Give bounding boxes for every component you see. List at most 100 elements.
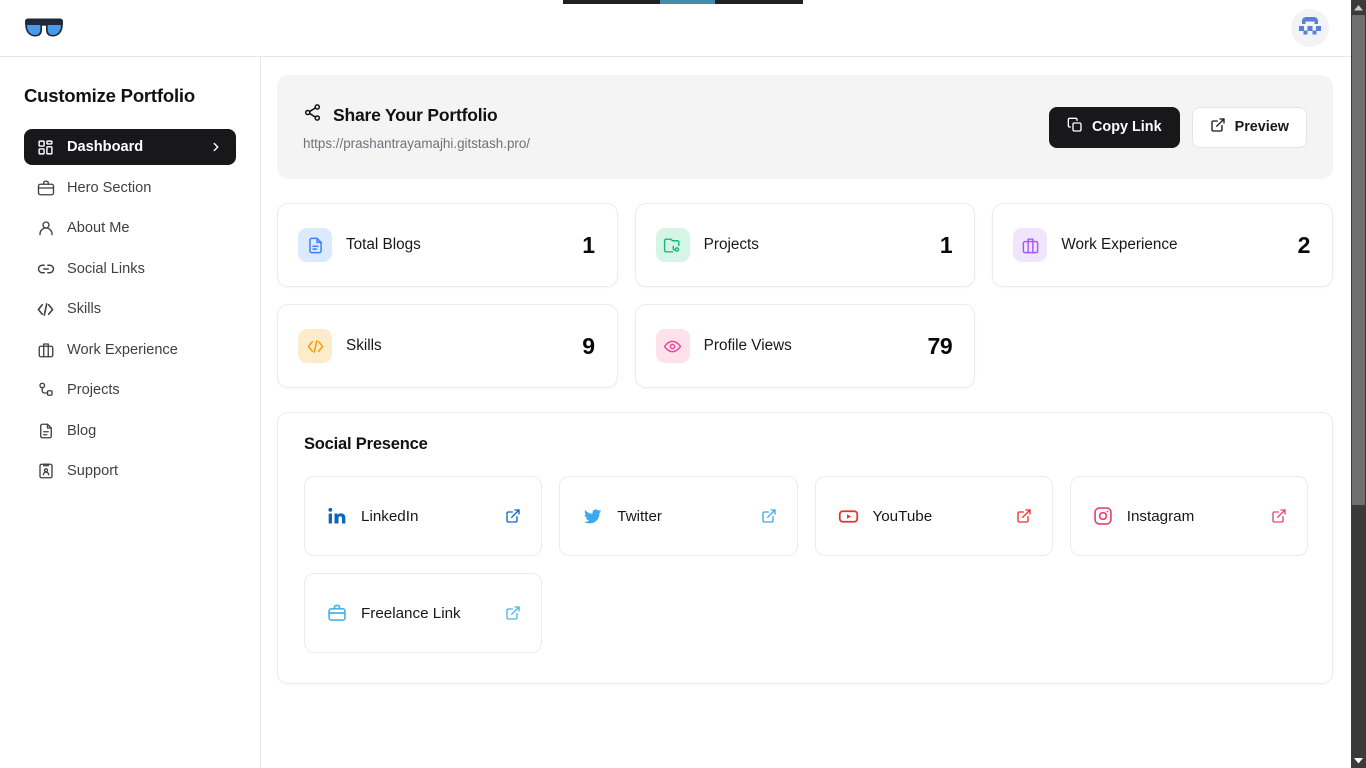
stat-label: Profile Views (703, 337, 792, 354)
sidebar-item-dashboard[interactable]: Dashboard (24, 129, 236, 165)
copy-link-button[interactable]: Copy Link (1049, 106, 1180, 148)
browser-active-tab-highlight (660, 0, 715, 4)
browser-tab-strip (563, 0, 803, 4)
share-portfolio-card: Share Your Portfolio https://prashantray… (277, 75, 1333, 179)
social-links-grid: LinkedIn Twitter YouTube Instagram Freel… (304, 476, 1308, 653)
social-label: Instagram (1126, 507, 1195, 525)
stat-label: Work Experience (1061, 236, 1178, 253)
eye-icon (655, 329, 690, 363)
sidebar-item-social-links[interactable]: Social Links (24, 251, 236, 287)
social-label: LinkedIn (361, 507, 419, 525)
briefcase-alt-icon (36, 340, 55, 359)
link-icon (36, 259, 55, 278)
twitter-icon (582, 506, 603, 527)
folder-git-icon (655, 228, 690, 262)
copy-link-label: Copy Link (1092, 119, 1162, 135)
sidebar-item-label: Skills (67, 301, 102, 317)
sunglasses-icon (25, 18, 63, 37)
sidebar-item-label: Hero Section (67, 179, 152, 196)
sidebar-item-projects[interactable]: Projects (24, 372, 236, 408)
social-label: Freelance Link (361, 604, 461, 622)
stat-label: Total Blogs (346, 236, 421, 253)
social-card-twitter[interactable]: Twitter (559, 476, 798, 556)
stat-card-skills[interactable]: Skills 9 (277, 304, 618, 388)
preview-button[interactable]: Preview (1191, 106, 1307, 148)
stat-card-profile-views[interactable]: Profile Views 79 (634, 304, 976, 388)
scrollbar-thumb[interactable] (1352, 15, 1365, 505)
stat-value: 1 (582, 231, 595, 258)
share-title: Share Your Portfolio (333, 104, 498, 125)
social-label: Twitter (617, 507, 662, 525)
briefcase-icon (36, 178, 55, 197)
stats-grid: Total Blogs 1 Projects 1 Work Experience… (277, 203, 1333, 388)
youtube-icon (838, 506, 859, 527)
instagram-icon (1093, 506, 1113, 526)
stat-label: Projects (703, 236, 759, 253)
stat-value: 9 (582, 332, 595, 359)
sidebar-item-label: Support (67, 463, 119, 479)
copy-icon (1067, 117, 1083, 137)
share-icon (303, 103, 322, 127)
portfolio-url[interactable]: https://prashantrayamajhi.gitstash.pro/ (303, 136, 530, 151)
social-card-linkedin[interactable]: LinkedIn (304, 476, 543, 556)
share-actions: Copy Link Preview (1049, 106, 1307, 148)
briefcase-icon (1013, 228, 1048, 262)
sidebar-item-label: Social Links (67, 260, 145, 277)
file-text-icon (36, 421, 55, 440)
stat-value: 2 (1297, 231, 1311, 258)
caret-down-icon[interactable] (1351, 753, 1366, 768)
social-card-freelance-link[interactable]: Freelance Link (304, 573, 543, 653)
sidebar-item-label: Blog (67, 422, 97, 439)
id-card-icon (36, 462, 55, 481)
sidebar-title: Customize Portfolio (24, 85, 195, 106)
stat-label: Skills (346, 337, 382, 354)
external-link-icon[interactable] (761, 508, 777, 524)
social-card-youtube[interactable]: YouTube (814, 476, 1053, 556)
caret-up-icon[interactable] (1351, 0, 1366, 15)
external-link-icon (1210, 117, 1226, 137)
social-label: YouTube (872, 507, 933, 525)
external-link-icon[interactable] (1016, 508, 1032, 524)
sidebar-item-support[interactable]: Support (24, 453, 236, 489)
stat-card-projects[interactable]: Projects 1 (634, 203, 976, 287)
social-card-instagram[interactable]: Instagram (1069, 476, 1308, 556)
page-scrollbar[interactable] (1351, 0, 1366, 768)
app-header (0, 0, 1351, 57)
file-text-icon (298, 228, 332, 262)
code-icon (36, 300, 55, 319)
sidebar-item-work-experience[interactable]: Work Experience (24, 332, 236, 368)
sidebar-item-label: Projects (67, 382, 120, 398)
linkedin-icon (327, 506, 347, 526)
sidebar-item-label: Dashboard (67, 139, 144, 155)
user-icon (36, 219, 55, 238)
user-avatar-identicon (1293, 11, 1327, 45)
sidebar-item-about-me[interactable]: About Me (24, 210, 236, 246)
stat-card-total-blogs[interactable]: Total Blogs 1 (277, 203, 618, 287)
external-link-icon[interactable] (1271, 508, 1287, 524)
stat-value: 1 (939, 231, 953, 258)
preview-label: Preview (1234, 119, 1289, 135)
code-icon (298, 329, 332, 363)
sidebar-item-hero-section[interactable]: Hero Section (24, 170, 236, 206)
git-branch-icon (36, 381, 55, 400)
sidebar-item-blog[interactable]: Blog (24, 413, 236, 449)
sidebar-item-skills[interactable]: Skills (24, 291, 236, 327)
external-link-icon[interactable] (505, 508, 521, 524)
share-info: Share Your Portfolio https://prashantray… (303, 103, 530, 151)
layout-grid-icon (36, 138, 55, 157)
social-presence-heading: Social Presence (304, 435, 428, 453)
avatar[interactable] (1291, 9, 1329, 47)
sidebar-item-label: About Me (67, 220, 130, 236)
external-link-icon[interactable] (505, 605, 521, 621)
stat-value: 79 (927, 332, 953, 359)
main-content: Share Your Portfolio https://prashantray… (261, 57, 1351, 768)
sidebar-nav: Dashboard Hero Section About Me Social L… (0, 129, 260, 494)
briefcase-icon (327, 603, 347, 623)
brand-logo[interactable] (24, 17, 64, 39)
sidebar-item-label: Work Experience (67, 341, 178, 358)
stat-card-work-experience[interactable]: Work Experience 2 (992, 203, 1333, 287)
share-title-row: Share Your Portfolio (303, 103, 530, 127)
social-presence-panel: Social Presence LinkedIn Twitter YouTube… (277, 412, 1333, 684)
chevron-right-icon (209, 140, 223, 154)
sidebar: Customize Portfolio Dashboard Hero Secti… (0, 57, 261, 768)
